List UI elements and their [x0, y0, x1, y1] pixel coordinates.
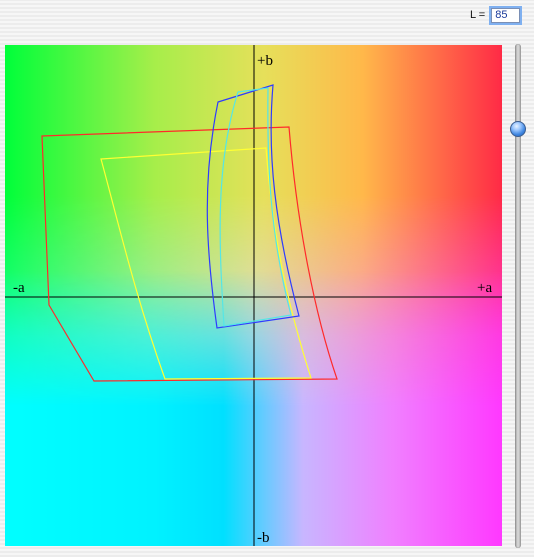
axis-label-plus-a: +a — [477, 280, 492, 296]
ab-plane-svg: +b -b +a -a — [5, 45, 502, 546]
lightness-slider-track[interactable] — [515, 44, 521, 548]
lightness-label: L = — [470, 9, 486, 21]
axis-label-plus-b: +b — [257, 53, 273, 69]
lightness-control: L = — [470, 6, 521, 24]
ab-color-plane: +b -b +a -a — [5, 45, 502, 546]
lightness-slider[interactable] — [510, 44, 526, 548]
axis-label-minus-b: -b — [257, 530, 270, 546]
axis-label-minus-a: -a — [13, 280, 25, 296]
lightness-input[interactable] — [491, 7, 521, 23]
slider-knob-icon[interactable] — [510, 121, 526, 138]
